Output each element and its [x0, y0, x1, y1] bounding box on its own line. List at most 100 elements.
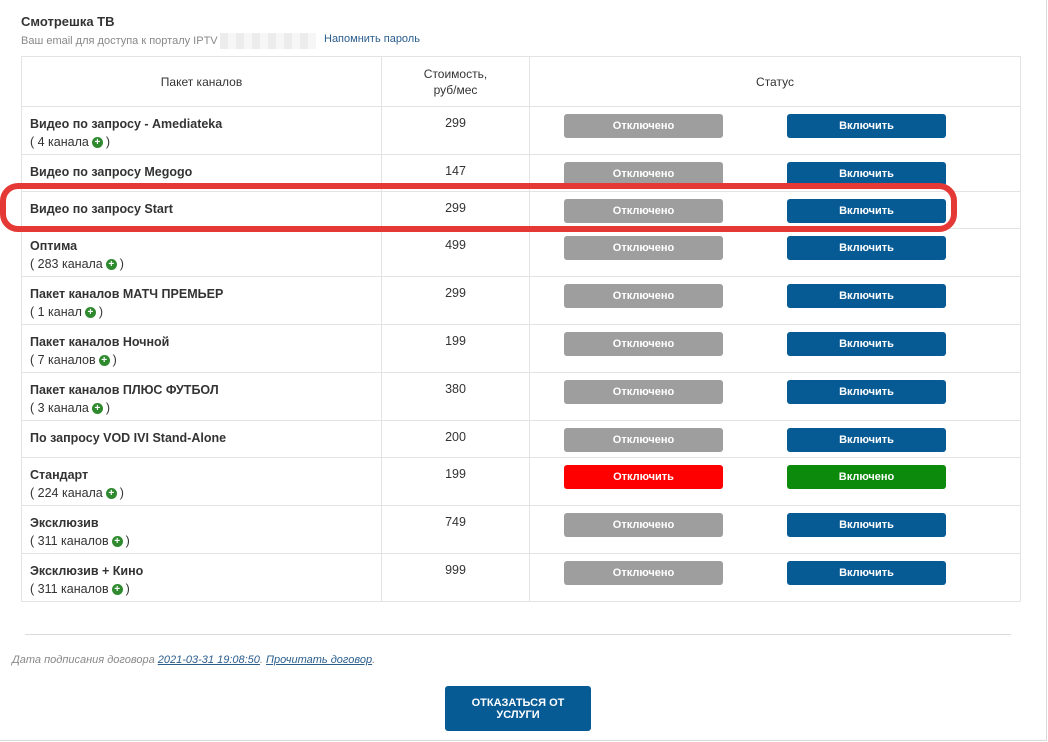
- package-cell: По запросу VOD IVI Stand-Alone: [21, 420, 382, 458]
- channel-count: ( 1 канал +): [30, 304, 381, 320]
- enable-button[interactable]: Включить: [787, 513, 946, 537]
- channel-count: ( 311 каналов +): [30, 533, 381, 549]
- header-price-text: Стоимость, руб/мес: [423, 66, 488, 97]
- plus-circle-icon[interactable]: +: [91, 402, 103, 414]
- disabled-status-button[interactable]: Отключено: [564, 236, 723, 260]
- read-contract-link[interactable]: Прочитать договор: [266, 654, 372, 666]
- status-cell: Отключено Включить: [529, 276, 1021, 325]
- package-cell: Видео по запросу Start: [21, 191, 382, 229]
- price-cell: 749: [381, 505, 530, 554]
- email-redacted: [219, 33, 316, 49]
- service-title: Смотрешка ТВ: [21, 14, 115, 29]
- package-name: Пакет каналов Ночной: [30, 335, 170, 349]
- contract-info: Дата подписания договора 2021-03-31 19:0…: [12, 654, 375, 666]
- table-row: Стандарт( 224 канала +) 199 Отключить Включе…: [21, 457, 1021, 506]
- disabled-status-button[interactable]: Отключено: [564, 561, 723, 585]
- header-status: Статус: [529, 56, 1021, 107]
- status-cell: Отключено Включить: [529, 191, 1021, 229]
- disabled-status-button[interactable]: Отключено: [564, 284, 723, 308]
- package-name: Оптима: [30, 239, 78, 253]
- channel-count: ( 3 канала +): [30, 400, 381, 416]
- table-row: По запросу VOD IVI Stand-Alone 200 Отключе…: [21, 420, 1021, 458]
- contract-date-link[interactable]: 2021-03-31 19:08:50: [158, 654, 260, 666]
- disabled-status-button[interactable]: Отключено: [564, 162, 723, 186]
- channel-count-text: ( 311 каналов: [30, 582, 109, 596]
- table-row: Пакет каналов Ночной ( 7 каналов +) 199 Откл…: [21, 324, 1021, 373]
- status-cell: Отключено Включить: [529, 154, 1021, 192]
- channel-count: ( 311 каналов +): [30, 581, 381, 597]
- status-cell: Отключено Включить: [529, 106, 1021, 155]
- header-package: Пакет каналов: [21, 56, 382, 107]
- channel-count: ( 224 канала +): [30, 485, 381, 501]
- price-cell: 299: [381, 276, 530, 325]
- table-header-row: Пакет каналов Стоимость, руб/мес Статус: [21, 56, 1021, 107]
- channel-count-end: ): [119, 486, 124, 500]
- disabled-status-button[interactable]: Отключено: [564, 199, 723, 223]
- enable-button[interactable]: Включить: [787, 236, 946, 260]
- disabled-status-button[interactable]: Отключено: [564, 380, 723, 404]
- enable-button[interactable]: Включить: [787, 332, 946, 356]
- package-cell: Видео по запросу - Amediateka ( 4 канала +…: [21, 106, 382, 155]
- enable-button[interactable]: Включить: [787, 114, 946, 138]
- status-cell: Отключено Включить: [529, 228, 1021, 277]
- status-cell: Отключено Включить: [529, 420, 1021, 458]
- channel-count-text: ( 1 канал: [30, 305, 82, 319]
- channel-count-end: ): [98, 305, 104, 319]
- enable-button[interactable]: Включить: [787, 199, 946, 223]
- plus-circle-icon[interactable]: +: [111, 583, 123, 595]
- package-cell: Пакет каналов Ночной ( 7 каналов +): [21, 324, 382, 373]
- table-row: Пакет каналов ПЛЮС ФУТБОЛ ( 3 канала +) 380…: [21, 372, 1021, 421]
- remind-password-link[interactable]: Напомнить пароль: [324, 33, 420, 45]
- disable-button[interactable]: Отключить: [564, 465, 723, 489]
- enable-button[interactable]: Включить: [787, 162, 946, 186]
- plus-circle-icon[interactable]: +: [111, 535, 123, 547]
- channel-count-text: ( 7 каналов: [30, 353, 96, 367]
- plus-circle-icon[interactable]: +: [98, 354, 110, 366]
- price-cell: 380: [381, 372, 530, 421]
- plus-circle-icon[interactable]: +: [91, 136, 103, 148]
- disabled-status-button[interactable]: Отключено: [564, 332, 723, 356]
- channel-count: ( 4 канала +): [30, 134, 381, 150]
- status-cell: Отключено Включить: [529, 553, 1021, 602]
- table-row: Видео по запросу - Amediateka ( 4 канала +…: [21, 106, 1021, 155]
- contract-separator: .: [259, 654, 263, 666]
- channel-count-text: ( 224 канала: [30, 486, 103, 500]
- header-price: Стоимость, руб/мес: [381, 56, 530, 107]
- plus-circle-icon[interactable]: +: [105, 258, 117, 270]
- package-cell: Пакет каналов ПЛЮС ФУТБОЛ ( 3 канала +): [21, 372, 382, 421]
- table-row: Пакет каналов МАТЧ ПРЕМЬЕР( 1 канал +) 299…: [21, 276, 1021, 325]
- enable-button[interactable]: Включить: [787, 561, 946, 585]
- disabled-status-button[interactable]: Отключено: [564, 513, 723, 537]
- package-name: Видео по запросу Megogo: [30, 165, 193, 179]
- price-cell: 199: [381, 324, 530, 373]
- package-cell: Стандарт ( 224 канала +): [21, 457, 382, 506]
- channel-count: ( 283 канала +): [30, 256, 381, 272]
- table-row: Оптима( 283 канала +) 499 Отключено Включить: [21, 228, 1021, 277]
- enable-button[interactable]: Включить: [787, 284, 946, 308]
- enabled-status-button[interactable]: Включено: [787, 465, 946, 489]
- channel-count-text: ( 283 канала: [30, 257, 103, 271]
- price-cell: 147: [381, 154, 530, 192]
- table-row: Видео по запросу Megogo 147 Отключено Включ…: [21, 154, 1021, 192]
- package-name: Пакет каналов МАТЧ ПРЕМЬЕР: [30, 287, 224, 301]
- table-row: Видео по запросу Start 299 Отключено Включи…: [21, 191, 1021, 229]
- package-cell: Оптима ( 283 канала +): [21, 228, 382, 277]
- package-name: Пакет каналов ПЛЮС ФУТБОЛ: [30, 383, 219, 397]
- price-cell: 499: [381, 228, 530, 277]
- enable-button[interactable]: Включить: [787, 380, 946, 404]
- package-name: Видео по запросу - Amediateka: [30, 117, 223, 131]
- plus-circle-icon[interactable]: +: [105, 487, 117, 499]
- channel-count-end: ): [112, 353, 117, 367]
- cancel-service-button[interactable]: ОТКАЗАТЬСЯ ОТ УСЛУГИ: [445, 686, 591, 731]
- enable-button[interactable]: Включить: [787, 428, 946, 452]
- channel-count-end: ): [105, 135, 111, 149]
- package-name: Видео по запросу Start: [30, 202, 173, 216]
- disabled-status-button[interactable]: Отключено: [564, 428, 723, 452]
- package-cell: Пакет каналов МАТЧ ПРЕМЬЕР ( 1 канал +): [21, 276, 382, 325]
- package-cell: Эксклюзив + Кино ( 311 каналов +): [21, 553, 382, 602]
- plus-circle-icon[interactable]: +: [84, 306, 96, 318]
- channel-count-end: ): [119, 257, 124, 271]
- channel-count-text: ( 311 каналов: [30, 534, 109, 548]
- price-cell: 999: [381, 553, 530, 602]
- disabled-status-button[interactable]: Отключено: [564, 114, 723, 138]
